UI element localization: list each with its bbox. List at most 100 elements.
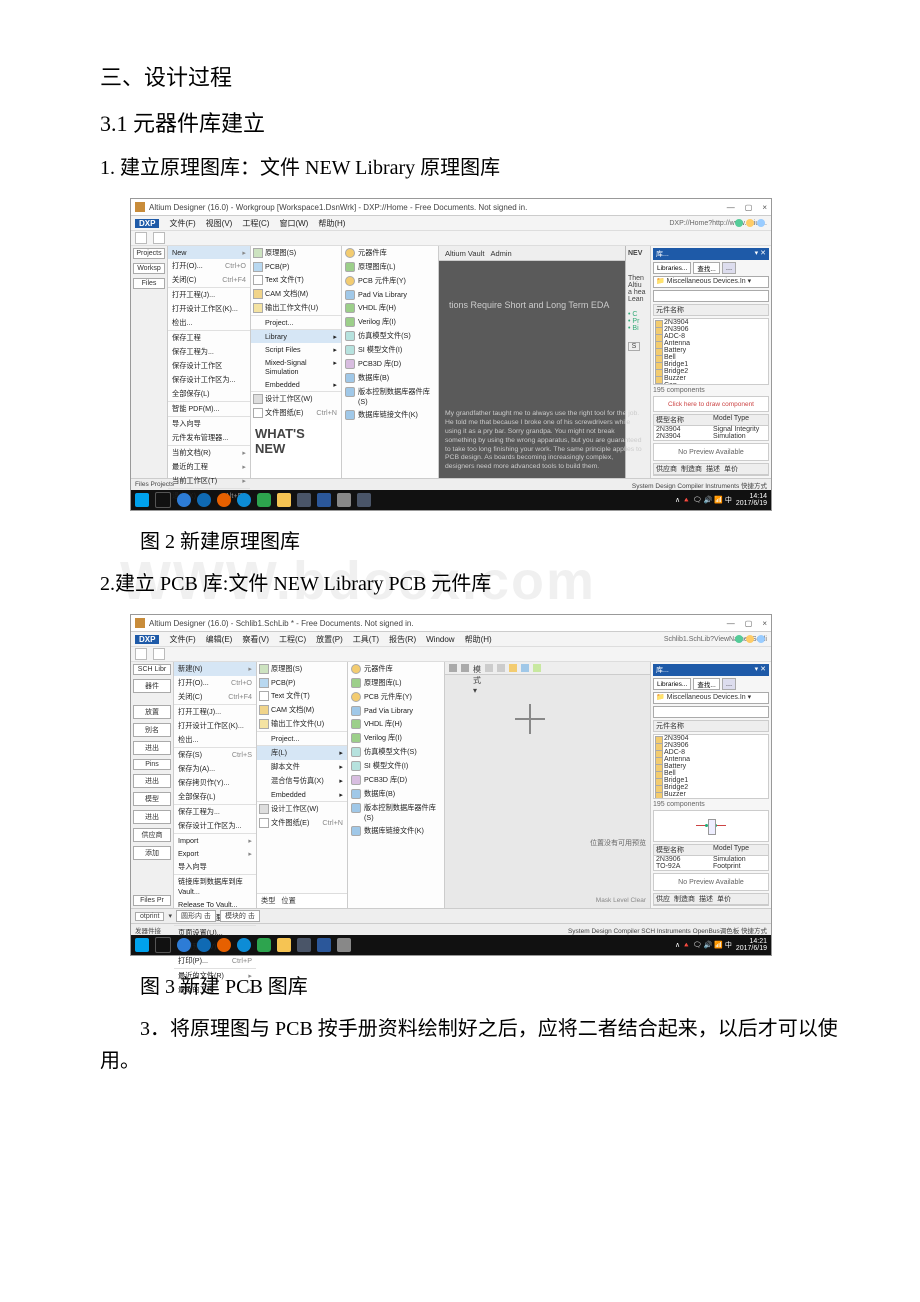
- edge-icon[interactable]: [177, 938, 191, 952]
- menu-open-workspace[interactable]: 打开设计工作区(K)...: [168, 302, 250, 316]
- menu-open-project[interactable]: 打开工程(J)...: [168, 287, 250, 302]
- tab-comp[interactable]: 器件: [133, 679, 171, 693]
- list-item[interactable]: ADC-8: [654, 749, 768, 756]
- ie-icon[interactable]: [197, 493, 211, 507]
- menu-save-project[interactable]: 保存工程: [168, 330, 250, 345]
- lib-verilog[interactable]: Verilog 库(I): [348, 731, 444, 745]
- menu-window[interactable]: 窗口(W): [279, 218, 308, 229]
- menu-tools[interactable]: 工具(T): [353, 634, 379, 645]
- new-lib[interactable]: 库(L)▸: [257, 745, 347, 760]
- menu-recent-doc[interactable]: 当前文档(R)▸: [168, 445, 250, 460]
- list-item[interactable]: Bridge1: [654, 361, 768, 368]
- firefox-icon[interactable]: [217, 938, 231, 952]
- new-cam[interactable]: CAM 文档(M): [251, 287, 341, 301]
- lib-dropdown[interactable]: 📁 Miscellaneous Devices.In ▾: [653, 276, 769, 288]
- menu-checkout[interactable]: 检出...: [168, 316, 250, 330]
- menu-save-workspace-as[interactable]: 保存设计工作区为...: [168, 373, 250, 387]
- menu-help[interactable]: 帮助(H): [465, 634, 492, 645]
- components-list[interactable]: 2N3904 2N3906 ADC-8 Antenna Battery Bell…: [653, 734, 769, 799]
- libraries-panel[interactable]: 库...▾ ✕ Libraries... 查找... … 📁 Miscellan…: [650, 662, 771, 908]
- list-item[interactable]: 2N3904: [654, 319, 768, 326]
- menu-save-as[interactable]: 保存为(A)...: [174, 762, 256, 776]
- menubar[interactable]: DXP 文件(F) 视图(V) 工程(C) 窗口(W) 帮助(H) DXP://…: [131, 216, 771, 231]
- list-item[interactable]: Bell: [654, 770, 768, 777]
- maximize-icon[interactable]: ▢: [745, 619, 753, 628]
- new-project[interactable]: Project...: [257, 731, 347, 745]
- menu-file[interactable]: 文件(F): [169, 218, 195, 229]
- menu-view[interactable]: 视图(V): [206, 218, 233, 229]
- start-icon[interactable]: [135, 493, 149, 507]
- list-item[interactable]: Bell: [654, 354, 768, 361]
- taskview-icon[interactable]: [155, 937, 171, 953]
- app-icon[interactable]: [357, 493, 371, 507]
- list-item[interactable]: Bridge2: [654, 368, 768, 375]
- menu-save[interactable]: 保存(S)Ctrl+S: [174, 747, 256, 762]
- lib-padvia[interactable]: Pad Via Library: [348, 704, 444, 717]
- find-button[interactable]: 查找...: [693, 678, 719, 690]
- editor-toolbar[interactable]: 模式 ▾: [445, 662, 650, 675]
- new-embedded[interactable]: Embedded▸: [251, 378, 341, 391]
- menu-project[interactable]: 工程(C): [279, 634, 306, 645]
- list-item[interactable]: 2N3906: [654, 326, 768, 333]
- menu-close[interactable]: 关闭(C)Ctrl+F4: [174, 690, 256, 704]
- new-project[interactable]: Project...: [251, 315, 341, 329]
- lib-sim[interactable]: 仿真模型文件(S): [342, 329, 438, 343]
- new-script[interactable]: 脚本文件▸: [257, 760, 347, 774]
- new-embedded[interactable]: Embedded▸: [257, 788, 347, 801]
- lib-component[interactable]: 元器件库: [342, 246, 438, 260]
- altium-icon[interactable]: [297, 493, 311, 507]
- app-icon[interactable]: [257, 938, 271, 952]
- draw-button[interactable]: Click here to draw component: [653, 396, 769, 412]
- lib-filter[interactable]: [653, 290, 769, 302]
- list-item[interactable]: 2N3906: [654, 742, 768, 749]
- menu-file[interactable]: 文件(F): [169, 634, 195, 645]
- new-workspace[interactable]: 设计工作区(W): [257, 801, 347, 816]
- new-workspace[interactable]: 设计工作区(W): [251, 391, 341, 406]
- windows-taskbar[interactable]: ∧ 🔺 🗨 🔊 📶 中 14:14 2017/6/19: [131, 490, 771, 510]
- components-list[interactable]: 2N3904 2N3906 ADC-8 Antenna Battery Bell…: [653, 318, 769, 385]
- lib-si[interactable]: SI 模型文件(I): [348, 759, 444, 773]
- explorer-icon[interactable]: [277, 938, 291, 952]
- lib-dblink[interactable]: 数据库链接文件(K): [348, 824, 444, 838]
- menu-save-ws-as[interactable]: 保存设计工作区为...: [174, 819, 256, 833]
- file-dropdown[interactable]: 新建(N)▸ 打开(O)...Ctrl+O 关闭(C)Ctrl+F4 打开工程(…: [174, 662, 257, 908]
- tab-schlib[interactable]: SCH Libr: [133, 664, 171, 675]
- list-item[interactable]: Bridge1: [654, 777, 768, 784]
- word-icon[interactable]: [317, 938, 331, 952]
- menu-save-workspace[interactable]: 保存设计工作区: [168, 359, 250, 373]
- left-rail[interactable]: SCH Libr 器件 放置 别名 进出 Pins 进出 模型 进出 供应商 添…: [131, 662, 174, 908]
- tab-projects[interactable]: Projects: [133, 248, 165, 259]
- left-rail[interactable]: Projects Worksp Files: [131, 246, 168, 478]
- lib-extra-button[interactable]: …: [722, 262, 737, 274]
- list-item[interactable]: ADC-8: [654, 333, 768, 340]
- menu-edit[interactable]: 编辑(E): [206, 634, 233, 645]
- explorer-icon[interactable]: [277, 493, 291, 507]
- new-mixed[interactable]: 混合信号仿真(X)▸: [257, 774, 347, 788]
- menu-recent-file[interactable]: 最近的文件(R)▸: [174, 968, 256, 983]
- lib-svndb[interactable]: 版本控制数据库器件库(S): [348, 801, 444, 824]
- dxp-menu[interactable]: DXP: [135, 635, 159, 644]
- minimize-icon[interactable]: —: [727, 619, 735, 628]
- menu-open[interactable]: 打开(O)...Ctrl+O: [168, 259, 250, 273]
- toolbar-icon[interactable]: [153, 648, 165, 660]
- app-icon[interactable]: [237, 493, 251, 507]
- new-out[interactable]: 输出工作文件(U): [257, 717, 347, 731]
- footprint-bar[interactable]: otprint ▾ 圆形内 击 模块的 击: [131, 908, 771, 923]
- lib-db[interactable]: 数据库(B): [348, 787, 444, 801]
- menu-reports[interactable]: 报告(R): [389, 634, 416, 645]
- menu-open[interactable]: 打开(O)...Ctrl+O: [174, 676, 256, 690]
- menu-import[interactable]: Import▸: [174, 833, 256, 847]
- lib-pcb[interactable]: PCB 元件库(Y): [348, 690, 444, 704]
- close-icon[interactable]: ×: [762, 619, 767, 628]
- tab-place[interactable]: 放置: [133, 705, 171, 719]
- list-item[interactable]: Buzzer: [654, 791, 768, 798]
- tab-supplier[interactable]: 供应商: [133, 828, 171, 842]
- start-icon[interactable]: [135, 938, 149, 952]
- menu-new[interactable]: New▸: [168, 246, 250, 259]
- dxp-menu[interactable]: DXP: [135, 219, 159, 228]
- firefox-icon[interactable]: [217, 493, 231, 507]
- menu-new[interactable]: 新建(N)▸: [174, 662, 256, 676]
- taskview-icon[interactable]: [155, 492, 171, 508]
- menu-save-project-as[interactable]: 保存工程为...: [168, 345, 250, 359]
- new-text[interactable]: Text 文件(T): [251, 273, 341, 287]
